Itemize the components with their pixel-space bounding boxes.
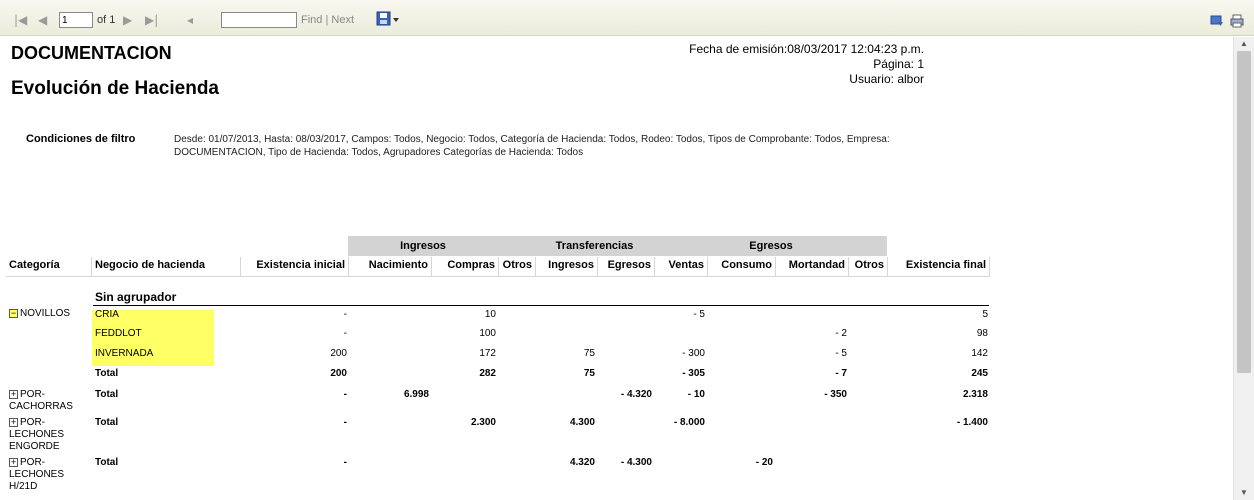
first-page-icon[interactable]: |◀	[14, 13, 27, 27]
ventas-cell: - 300	[682, 348, 705, 359]
filter-conditions: Desde: 01/07/2013, Hasta: 08/03/2017, Ca…	[174, 134, 890, 158]
total-label: Total	[95, 457, 119, 468]
mortandad-cell: - 7	[835, 368, 847, 379]
existencia-final-cell: 142	[971, 348, 988, 359]
page-number-input[interactable]	[59, 12, 93, 28]
page-count-label: of 1	[97, 14, 116, 26]
compras-cell: 2.300	[470, 417, 496, 428]
next-page-icon[interactable]: ▶	[123, 13, 132, 27]
ventas-cell: - 8.000	[673, 417, 705, 428]
ventas-cell: - 305	[682, 368, 705, 379]
existencia-inicial-cell: -	[343, 328, 347, 339]
report-subtitle: Evolución de Hacienda	[11, 78, 219, 99]
nacimiento-cell: 6.998	[403, 389, 429, 400]
col-header-otros-egresos: Otros	[849, 257, 888, 277]
transf-egresos-cell: - 4.300	[620, 457, 652, 468]
find-link[interactable]: Find	[301, 14, 322, 26]
emission-date: Fecha de emisión:08/03/2017 12:04:23 p.m…	[689, 42, 924, 56]
existencia-inicial-cell: -	[343, 457, 347, 468]
existencia-final-cell: 5	[982, 309, 988, 320]
mortandad-cell: - 350	[824, 389, 847, 400]
scrollbar-thumb[interactable]	[1237, 51, 1251, 373]
existencia-final-cell: 245	[971, 368, 988, 379]
find-controls: Find | Next	[301, 14, 354, 26]
col-header-categoria: Categoría	[6, 257, 92, 277]
group-header-ingresos: Ingresos	[348, 236, 498, 256]
find-input[interactable]	[221, 12, 297, 28]
next-link[interactable]: Next	[331, 14, 354, 26]
consumo-cell: - 20	[755, 457, 773, 468]
col-header-compras: Compras	[432, 257, 499, 277]
print-icon[interactable]	[1230, 14, 1244, 28]
existencia-final-cell: 98	[976, 328, 988, 339]
existencia-inicial-cell: -	[343, 309, 347, 320]
existencia-inicial-cell: -	[343, 389, 347, 400]
col-header-nacimiento: Nacimiento	[349, 257, 432, 277]
col-header-negocio: Negocio de hacienda	[92, 257, 241, 277]
ventas-cell: - 5	[693, 309, 705, 320]
user-label: Usuario: albor	[849, 72, 924, 86]
mortandad-cell: - 2	[835, 328, 847, 339]
col-header-mortandad: Mortandad	[776, 257, 849, 277]
category-novillos[interactable]: − NOVILLOS	[9, 308, 79, 320]
existencia-inicial-cell: -	[343, 417, 347, 428]
filter-label: Condiciones de filtro	[26, 133, 136, 145]
report-toolbar: |◀ ◀ of 1 ▶ ▶| ◂ Find | Next	[0, 0, 1254, 36]
report-meta: Fecha de emisión:08/03/2017 12:04:23 p.m…	[524, 42, 924, 87]
negocio-cell: FEDDLOT	[95, 328, 142, 339]
collapse-icon[interactable]: −	[9, 308, 18, 318]
existencia-final-cell: 2.318	[962, 389, 988, 400]
col-header-existencia-inicial: Existencia inicial	[241, 257, 349, 277]
print-layout-icon[interactable]	[1210, 14, 1224, 28]
transf-ingresos-cell: 75	[583, 368, 595, 379]
existencia-inicial-cell: 200	[330, 348, 347, 359]
transf-ingresos-cell: 4.320	[569, 457, 595, 468]
col-header-ventas: Ventas	[655, 257, 708, 277]
existencia-final-cell: - 1.400	[956, 417, 988, 428]
scroll-up-icon[interactable]: ▲	[1234, 37, 1254, 51]
expand-icon[interactable]: +	[9, 457, 18, 467]
transf-ingresos-cell: 75	[583, 348, 595, 359]
expand-icon[interactable]: +	[9, 389, 18, 399]
expand-icon[interactable]: +	[9, 417, 18, 427]
section-divider	[93, 305, 989, 306]
compras-cell: 282	[479, 368, 496, 379]
total-label: Total	[95, 417, 119, 428]
category-por-lechones-engorde[interactable]: + POR- LECHONES ENGORDE	[9, 417, 79, 453]
total-label: Total	[95, 389, 119, 400]
back-icon[interactable]: ◂	[187, 13, 193, 27]
total-label: Total	[95, 368, 119, 379]
compras-cell: 100	[479, 328, 496, 339]
col-header-transf-egresos: Egresos	[598, 257, 655, 277]
col-header-transf-ingresos: Ingresos	[536, 257, 598, 277]
transf-ingresos-cell: 4.300	[569, 417, 595, 428]
scroll-down-icon[interactable]: ▼	[1234, 486, 1254, 500]
mortandad-cell: - 5	[835, 348, 847, 359]
page-indicator: Página: 1	[873, 57, 924, 71]
previous-page-icon[interactable]: ◀	[38, 13, 47, 27]
section-title: Sin agrupador	[95, 290, 177, 304]
compras-cell: 172	[479, 348, 496, 359]
negocio-cell: CRIA	[95, 309, 119, 320]
export-save-icon[interactable]	[376, 11, 400, 27]
col-header-otros-ingresos: Otros	[499, 257, 536, 277]
col-header-consumo: Consumo	[708, 257, 776, 277]
existencia-inicial-cell: 200	[330, 368, 347, 379]
find-separator: |	[325, 14, 329, 26]
compras-cell: 10	[484, 309, 496, 320]
col-header-existencia-final: Existencia final	[888, 257, 990, 277]
category-por-cachorras[interactable]: + POR- CACHORRAS	[9, 389, 79, 413]
group-header-egresos: Egresos	[749, 240, 793, 252]
category-por-lechones-h21d[interactable]: + POR- LECHONES H/21D	[9, 457, 79, 493]
vertical-scrollbar[interactable]: ▲ ▼	[1233, 37, 1254, 500]
negocio-cell: INVERNADA	[95, 348, 154, 359]
transf-egresos-cell: - 4.320	[620, 389, 652, 400]
ventas-cell: - 10	[687, 389, 705, 400]
last-page-icon[interactable]: ▶|	[145, 13, 158, 27]
report-title: DOCUMENTACION	[11, 43, 172, 63]
